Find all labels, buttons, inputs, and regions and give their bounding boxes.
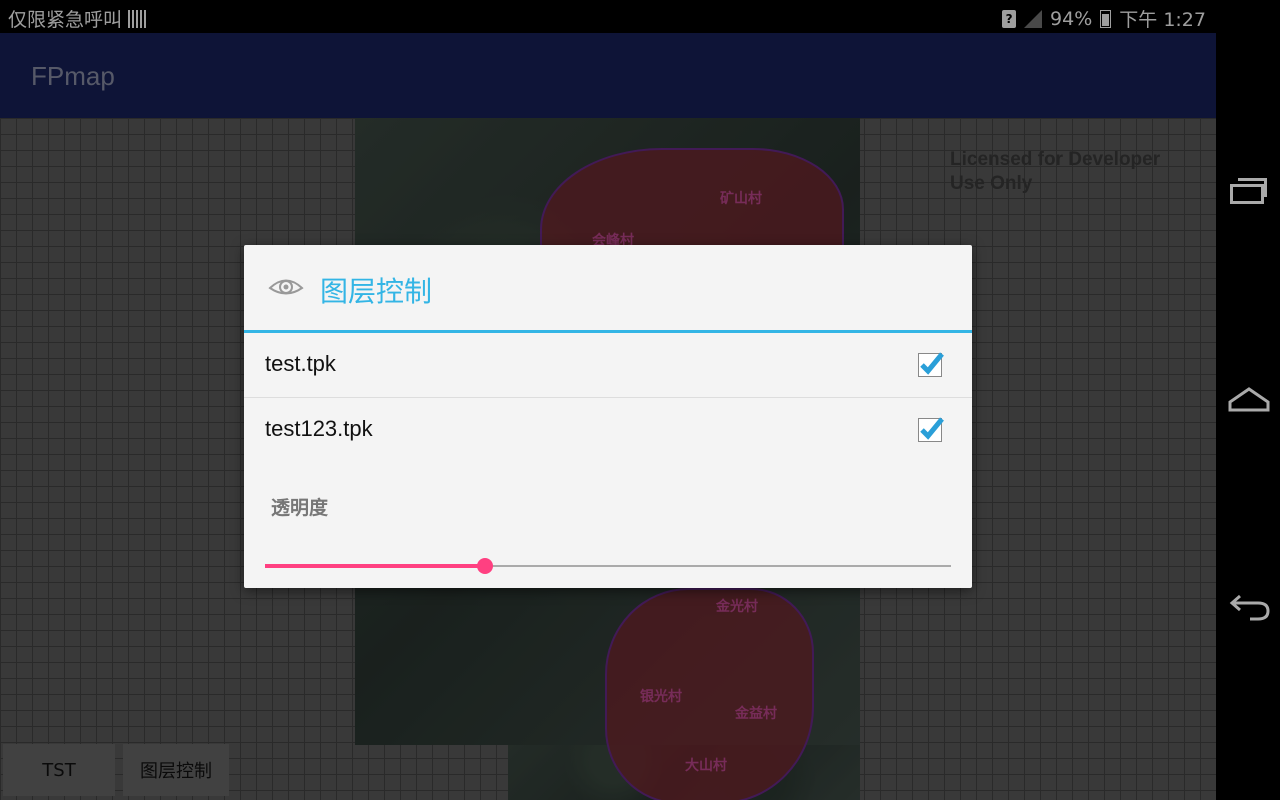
layer-name: test.tpk xyxy=(265,351,336,376)
dialog-title: 图层控制 xyxy=(320,275,433,308)
eye-icon xyxy=(268,279,304,295)
checkmark-icon xyxy=(920,352,944,375)
checkmark-icon xyxy=(920,417,944,440)
recent-apps-icon[interactable] xyxy=(1230,178,1267,204)
layer-checkbox[interactable] xyxy=(918,417,944,442)
opacity-label: 透明度 xyxy=(271,497,329,519)
layer-row[interactable]: test.tpk xyxy=(244,333,972,398)
dialog-header: 图层控制 xyxy=(244,245,972,333)
slider-fill xyxy=(265,564,485,568)
navigation-bar xyxy=(1216,0,1280,800)
layer-checkbox[interactable] xyxy=(918,352,944,377)
layer-name: test123.tpk xyxy=(265,416,373,441)
opacity-slider[interactable] xyxy=(265,553,951,577)
layer-row[interactable]: test123.tpk xyxy=(244,398,972,462)
layer-control-dialog: 图层控制 test.tpk test123.tpk 透明度 xyxy=(244,245,972,588)
slider-thumb[interactable] xyxy=(476,558,493,574)
back-icon[interactable] xyxy=(1228,592,1270,622)
home-icon[interactable] xyxy=(1228,384,1270,414)
